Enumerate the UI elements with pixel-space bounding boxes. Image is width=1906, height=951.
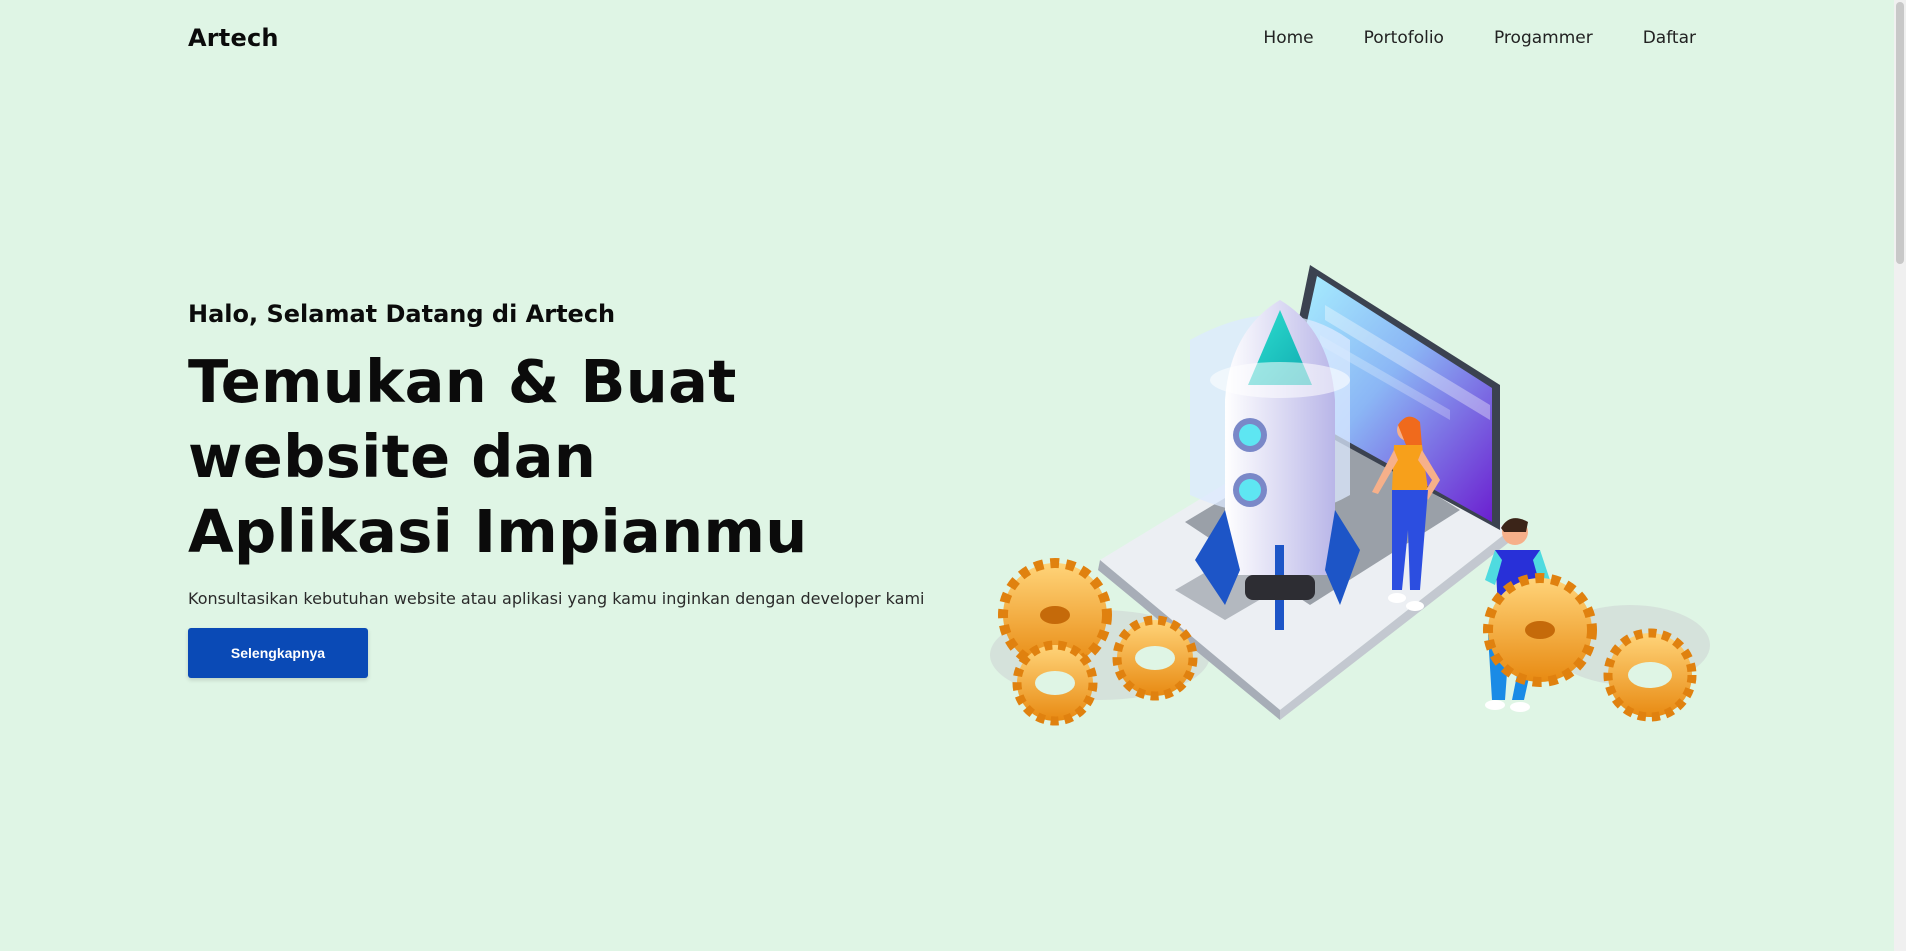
nav-link-home[interactable]: Home (1263, 28, 1313, 48)
nav-links: Home Portofolio Progammer Daftar (1263, 28, 1696, 48)
scrollbar[interactable] (1894, 0, 1906, 951)
brand-logo[interactable]: Artech (188, 24, 279, 52)
rocket-engine (1245, 575, 1315, 600)
hero-greeting: Halo, Selamat Datang di Artech (188, 300, 616, 328)
navbar: Artech Home Portofolio Progammer Daftar (188, 18, 1696, 58)
man-shoe (1485, 700, 1505, 710)
landing-page: Artech Home Portofolio Progammer Daftar … (0, 0, 1906, 951)
man-hair (1501, 518, 1528, 532)
hero-title: Temukan & Buat website dan Aplikasi Impi… (188, 344, 948, 569)
hero-title-line: Temukan & Buat (188, 347, 737, 416)
selengkapnya-button[interactable]: Selengkapnya (188, 628, 368, 678)
hero-section: Halo, Selamat Datang di Artech Temukan &… (188, 300, 948, 678)
rocket-laptop-illustration (980, 260, 1710, 730)
rocket-window (1239, 424, 1261, 446)
nav-link-progammer[interactable]: Progammer (1494, 28, 1593, 48)
scrollbar-thumb[interactable] (1896, 2, 1904, 264)
rocket-window (1239, 479, 1261, 501)
hero-description: Konsultasikan kebutuhan website atau apl… (188, 589, 925, 608)
hero-title-line: Aplikasi Impianmu (188, 497, 808, 566)
woman-shoe (1388, 593, 1406, 603)
gear-icon (1603, 628, 1697, 722)
gear-icon (1012, 640, 1098, 726)
hero-title-line: website dan (188, 422, 597, 491)
gear-icon (1483, 573, 1597, 687)
rocket-ring-front (1210, 362, 1350, 398)
gear-icon (1112, 615, 1198, 701)
nav-link-portofolio[interactable]: Portofolio (1364, 28, 1444, 48)
nav-link-daftar[interactable]: Daftar (1643, 28, 1696, 48)
man-shoe (1510, 702, 1530, 712)
woman-shoe (1406, 601, 1424, 611)
